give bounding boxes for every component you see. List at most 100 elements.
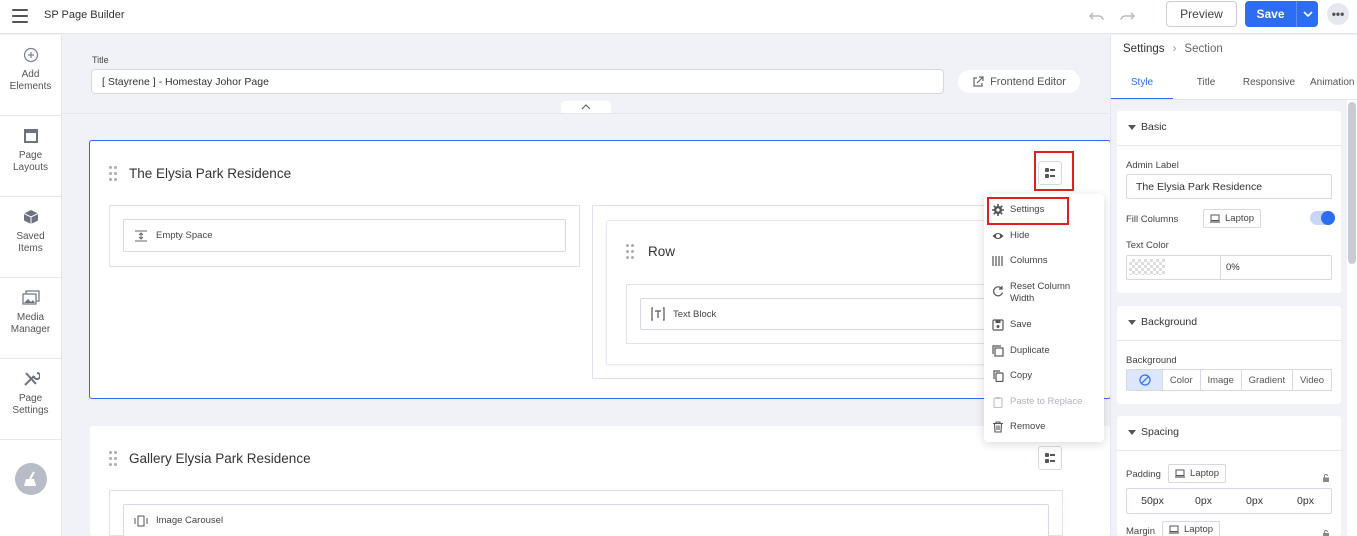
breadcrumb: Settings › Section <box>1123 43 1223 55</box>
layout-icon <box>22 128 40 144</box>
plus-circle-icon <box>22 47 40 63</box>
card-title: Background <box>1141 316 1198 328</box>
sidebar-label-line2: Elements <box>9 81 52 92</box>
fill-columns-toggle[interactable] <box>1310 211 1335 225</box>
drag-handle-icon[interactable] <box>109 451 119 467</box>
device-label: Laptop <box>1225 213 1255 224</box>
preview-button[interactable]: Preview <box>1166 1 1237 27</box>
addon-text-block[interactable]: Text Block <box>640 298 990 330</box>
sidebar-item-add-elements[interactable]: Add Elements <box>0 35 61 116</box>
save-button[interactable]: Save <box>1245 1 1296 27</box>
color-swatch[interactable] <box>1129 259 1165 275</box>
frontend-editor-button[interactable]: Frontend Editor <box>958 70 1080 93</box>
more-options-button[interactable]: ••• <box>1327 3 1349 25</box>
page-title-value: [ Stayrene ] - Homestay Johor Page <box>102 75 269 88</box>
collapse-header-button[interactable] <box>561 101 611 113</box>
tab-responsive[interactable]: Responsive <box>1238 66 1300 100</box>
drag-handle-icon[interactable] <box>626 244 636 260</box>
menu-item-hide[interactable]: Hide <box>992 230 1102 242</box>
highlight-box <box>1034 151 1074 191</box>
undo-icon[interactable] <box>1088 8 1106 24</box>
breadcrumb-current: Section <box>1184 43 1223 55</box>
hamburger-menu-icon[interactable] <box>12 9 28 23</box>
card-title: Basic <box>1141 121 1167 133</box>
sidebar-label-line2: Items <box>18 243 43 254</box>
redo-icon[interactable] <box>1118 8 1136 24</box>
bg-option-gradient[interactable]: Gradient <box>1242 370 1294 390</box>
bg-option-video[interactable]: Video <box>1293 370 1331 390</box>
card-divider <box>1117 145 1341 146</box>
menu-item-duplicate[interactable]: Duplicate <box>992 345 1102 357</box>
chevron-right-icon: › <box>1172 43 1177 55</box>
padding-bottom-input[interactable]: 0px <box>1229 489 1280 513</box>
addon-empty-space[interactable]: Empty Space <box>123 219 566 252</box>
admin-label-value: The Elysia Park Residence <box>1136 180 1263 193</box>
lock-icon[interactable] <box>1322 474 1330 482</box>
bg-option-image[interactable]: Image <box>1201 370 1242 390</box>
basic-card-header[interactable]: Basic <box>1128 121 1167 133</box>
padding-left-input[interactable]: 0px <box>1280 489 1331 513</box>
bg-option-color[interactable]: Color <box>1163 370 1201 390</box>
cleanup-button[interactable] <box>15 463 47 495</box>
chevron-down-icon <box>1302 11 1313 18</box>
sidebar-item-page-settings[interactable]: Page Settings <box>0 359 61 440</box>
section-options-button[interactable] <box>1038 446 1062 470</box>
title-label: Title <box>92 55 109 65</box>
bg-option-none[interactable] <box>1127 370 1163 390</box>
broom-icon <box>24 471 36 486</box>
sidebar-item-media-manager[interactable]: Media Manager <box>0 278 61 359</box>
padding-right-input[interactable]: 0px <box>1178 489 1229 513</box>
padding-label: Padding <box>1126 469 1161 480</box>
tab-animation[interactable]: Animation <box>1304 66 1357 100</box>
save-icon <box>992 319 1004 331</box>
breadcrumb-root[interactable]: Settings <box>1123 43 1165 55</box>
app-title: SP Page Builder <box>44 9 125 21</box>
card-divider <box>1117 450 1341 451</box>
card-title: Spacing <box>1141 426 1179 438</box>
addon-label: Empty Space <box>156 230 213 241</box>
menu-item-columns[interactable]: Columns <box>992 255 1102 267</box>
section-title: Gallery Elysia Park Residence <box>129 451 311 466</box>
background-label: Background <box>1126 355 1177 366</box>
tab-style[interactable]: Style <box>1111 66 1173 100</box>
menu-item-remove[interactable]: Remove <box>992 421 1102 433</box>
padding-top-input[interactable]: 50px <box>1127 489 1178 513</box>
menu-item-copy[interactable]: Copy <box>992 370 1102 382</box>
menu-item-label-wrap: Reset Column Width <box>1010 281 1070 305</box>
highlight-box <box>987 197 1069 225</box>
sidebar-item-page-layouts[interactable]: Page Layouts <box>0 116 61 197</box>
sidebar-label-line1: Media <box>16 312 45 323</box>
sidebar-item-saved-items[interactable]: Saved Items <box>0 197 61 278</box>
fill-columns-label: Fill Columns <box>1126 214 1179 225</box>
caret-down-icon <box>1128 429 1136 435</box>
save-options-button[interactable] <box>1296 1 1318 27</box>
caret-down-icon <box>1128 124 1136 130</box>
columns-icon <box>992 255 1004 267</box>
sidebar-label-line1: Saved <box>16 231 45 242</box>
images-icon <box>21 290 40 306</box>
spacing-card-header[interactable]: Spacing <box>1128 426 1179 438</box>
admin-label-label: Admin Label <box>1126 160 1179 171</box>
admin-label-input[interactable]: The Elysia Park Residence <box>1126 174 1332 199</box>
eye-icon <box>992 230 1004 242</box>
page-title-input[interactable]: [ Stayrene ] - Homestay Johor Page <box>91 69 944 94</box>
section-title: The Elysia Park Residence <box>129 166 292 181</box>
device-selector[interactable]: Laptop <box>1168 464 1227 483</box>
drag-handle-icon[interactable] <box>109 166 119 182</box>
menu-item-label: Hide <box>1010 230 1030 241</box>
device-selector[interactable]: Laptop <box>1203 209 1262 228</box>
scrollbar[interactable] <box>1348 102 1356 264</box>
menu-item-reset-column-width[interactable]: Reset Column Width <box>992 281 1102 305</box>
background-card-header[interactable]: Background <box>1128 316 1197 328</box>
lock-icon[interactable] <box>1322 530 1330 536</box>
tab-title[interactable]: Title <box>1175 66 1237 100</box>
copy-icon <box>992 370 1004 382</box>
background-type-selector: Color Image Gradient Video <box>1126 369 1332 391</box>
image-carousel-icon <box>134 514 148 528</box>
card-divider <box>1117 340 1341 341</box>
section-context-menu: Settings Hide Columns Reset Column Width … <box>984 194 1104 442</box>
text-color-label: Text Color <box>1126 240 1169 251</box>
menu-item-save[interactable]: Save <box>992 319 1102 331</box>
addon-image-carousel[interactable]: Image Carousel <box>123 504 1049 536</box>
device-selector[interactable]: Laptop <box>1162 521 1221 536</box>
